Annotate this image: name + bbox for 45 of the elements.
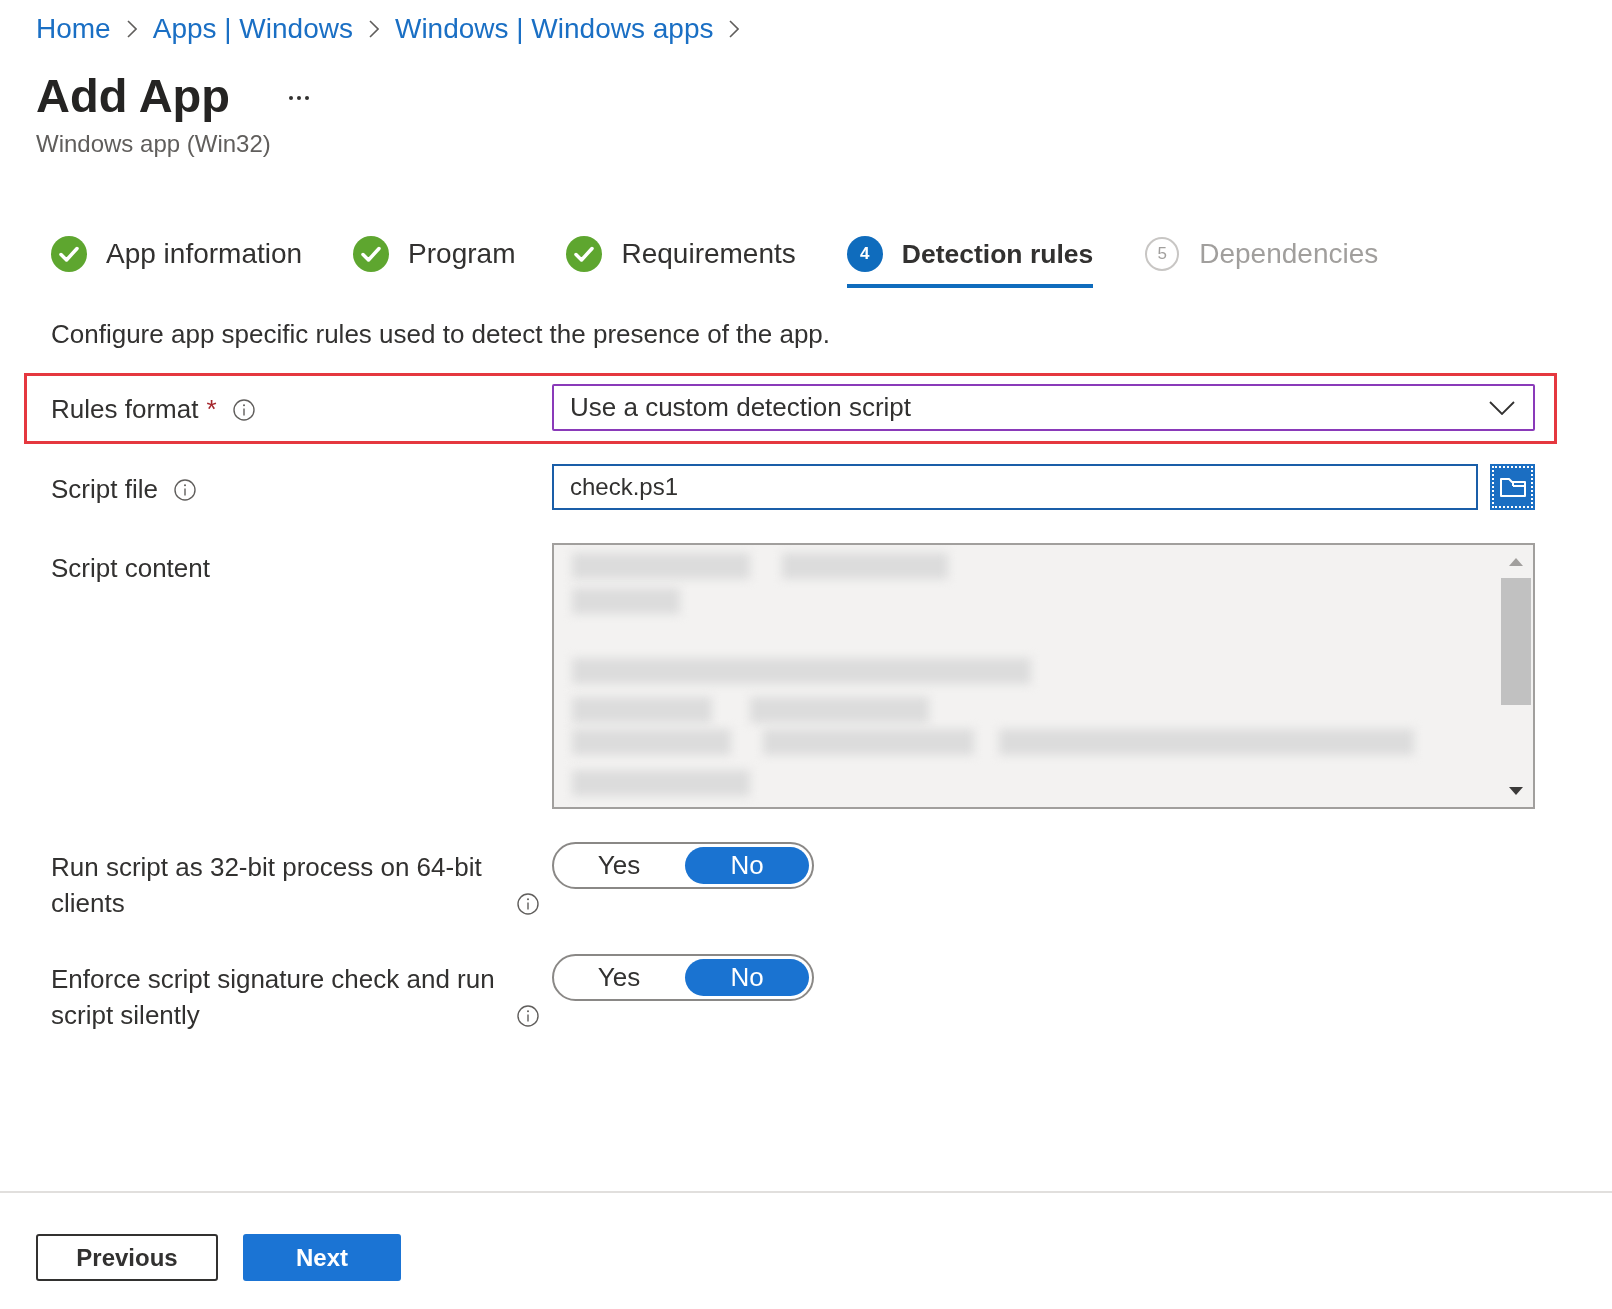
breadcrumb-link[interactable]: Apps | Windows bbox=[152, 12, 353, 46]
more-icon[interactable] bbox=[288, 95, 311, 101]
file-path-field[interactable]: check.ps1 bbox=[552, 464, 1478, 510]
yes-no-toggle[interactable]: Yes No bbox=[552, 842, 814, 889]
breadcrumb-link[interactable]: Windows | Windows apps bbox=[394, 12, 714, 46]
breadcrumb-link[interactable]: Home bbox=[36, 12, 111, 46]
required-mark: * bbox=[206, 394, 217, 424]
wizard-tab[interactable]: Requirements bbox=[566, 236, 796, 288]
description-text: Configure app specific rules used to detect the presence of the app. bbox=[51, 319, 832, 349]
page-subtitle: Windows app (Win32) bbox=[35, 130, 272, 158]
toggle-option[interactable]: No bbox=[685, 959, 809, 996]
folder-icon bbox=[1498, 476, 1527, 498]
toggle-option[interactable]: Yes bbox=[557, 847, 681, 884]
info-icon[interactable] bbox=[232, 399, 255, 421]
info-icon[interactable] bbox=[173, 479, 196, 501]
wizard-tab[interactable]: 4 Detection rules bbox=[846, 236, 1094, 288]
field-label: Script file bbox=[51, 473, 158, 506]
step-number: 5 bbox=[1145, 237, 1180, 271]
wizard-tab[interactable]: Program bbox=[353, 236, 516, 288]
previous-button[interactable]: Previous bbox=[36, 1234, 218, 1281]
scroll-down-icon[interactable] bbox=[1509, 787, 1523, 795]
chevron-right-icon bbox=[368, 20, 379, 38]
page-title: Add App bbox=[36, 68, 231, 124]
toggle-option[interactable]: Yes bbox=[557, 959, 681, 996]
check-circle-icon bbox=[51, 236, 87, 272]
field-label: Enforce script signature check and run script silently bbox=[51, 963, 496, 1032]
field-label: Script content bbox=[51, 552, 210, 585]
next-button[interactable]: Next bbox=[243, 1234, 401, 1281]
check-circle-icon bbox=[353, 236, 390, 272]
field-label: Rules format bbox=[51, 393, 199, 426]
step-number: 4 bbox=[846, 236, 883, 272]
wizard-tab[interactable]: App information bbox=[51, 236, 303, 288]
yes-no-toggle[interactable]: Yes No bbox=[552, 954, 814, 1001]
info-icon[interactable] bbox=[517, 893, 539, 915]
scrollbar-thumb[interactable] bbox=[1501, 578, 1531, 705]
chevron-down-icon bbox=[1489, 400, 1515, 415]
chevron-right-icon bbox=[729, 20, 740, 38]
info-icon[interactable] bbox=[517, 1005, 539, 1027]
chevron-right-icon bbox=[126, 20, 137, 38]
check-circle-icon bbox=[566, 236, 603, 272]
dropdown[interactable]: Use a custom detection script bbox=[552, 384, 1535, 431]
script-content-field[interactable] bbox=[552, 543, 1535, 809]
field-label: Run script as 32-bit process on 64-bit clients bbox=[51, 851, 483, 920]
toggle-option[interactable]: No bbox=[685, 847, 809, 884]
browse-button[interactable] bbox=[1490, 464, 1535, 510]
